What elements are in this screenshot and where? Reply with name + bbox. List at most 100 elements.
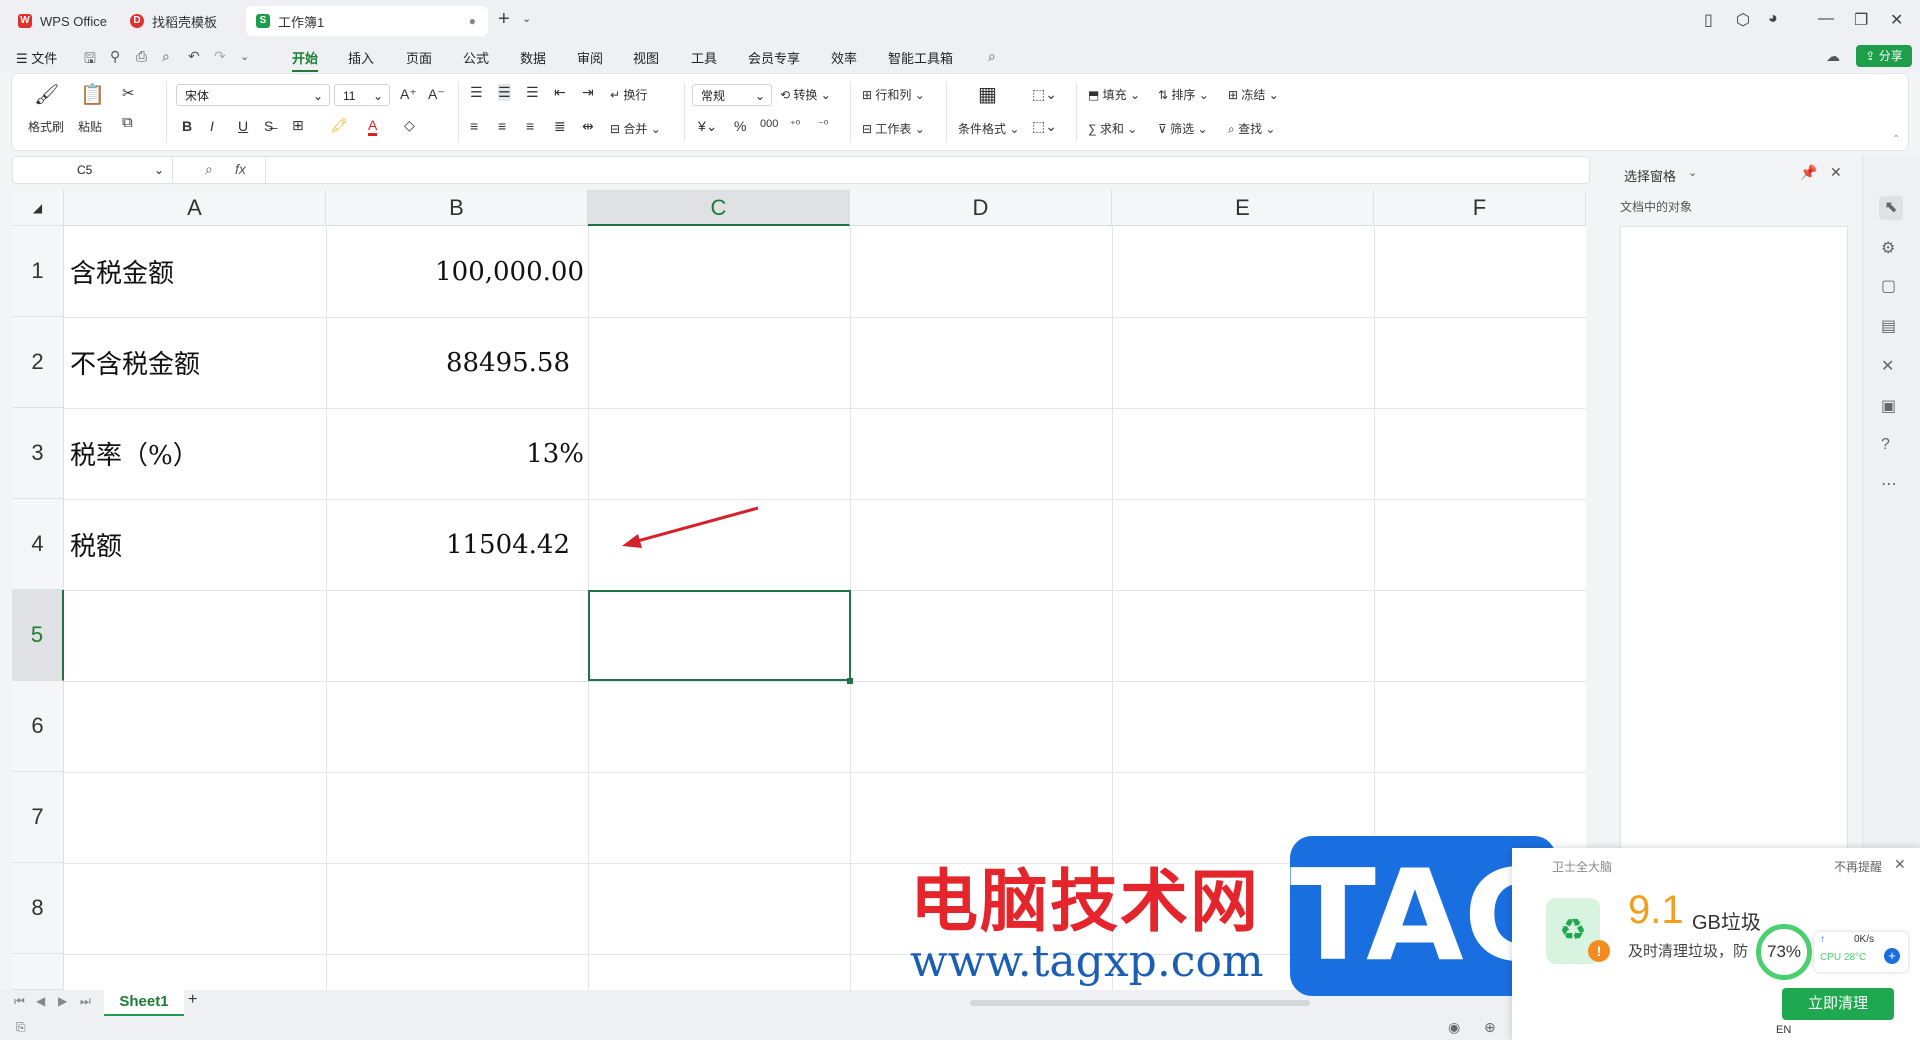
close-pane-icon[interactable]: ✕ xyxy=(1830,164,1842,181)
save-icon[interactable]: 🖫 xyxy=(84,48,96,72)
comment-icon[interactable]: ▢ xyxy=(1881,276,1896,296)
search-icon[interactable]: ⌕ xyxy=(988,48,996,65)
indent-decrease-icon[interactable]: ⇤ xyxy=(554,84,566,101)
cond-format-icon[interactable]: ▦ xyxy=(978,82,997,107)
menu-view[interactable]: 视图 xyxy=(633,48,659,67)
align-left-icon[interactable]: ≡ xyxy=(470,118,478,134)
clear-format-icon[interactable]: ◇ xyxy=(404,117,415,134)
menu-page[interactable]: 页面 xyxy=(406,48,432,67)
column-header-c[interactable]: C xyxy=(588,190,850,226)
chart-icon[interactable]: ▤ xyxy=(1881,316,1896,336)
currency-icon[interactable]: ¥⌄ xyxy=(698,118,718,135)
more-icon[interactable]: ⋯ xyxy=(1881,474,1897,494)
clean-now-button[interactable]: 立即清理 xyxy=(1782,988,1894,1020)
zoom-formula-icon[interactable]: ⌕ xyxy=(205,161,213,178)
menu-efficiency[interactable]: 效率 xyxy=(831,48,857,67)
prev-sheet-icon[interactable]: ◀ xyxy=(36,994,45,1008)
cloud-icon[interactable]: ☁ xyxy=(1826,48,1840,65)
cell-border-icon[interactable]: ⬚⌄ xyxy=(1032,118,1057,135)
add-sheet-button[interactable]: + xyxy=(188,991,197,1009)
link-icon[interactable]: ⚲ xyxy=(110,48,120,65)
menu-smart-toolbox[interactable]: 智能工具箱 xyxy=(888,48,953,67)
horizontal-scrollbar-thumb[interactable] xyxy=(970,1000,1310,1006)
tab-template[interactable]: D 找稻壳模板 xyxy=(120,6,242,36)
layout-icon[interactable]: ▯ xyxy=(1704,10,1713,30)
dismiss-link[interactable]: 不再提醒 xyxy=(1834,858,1882,875)
copy-icon[interactable]: ⧉ xyxy=(122,114,133,131)
chevron-down-icon[interactable]: ⌄ xyxy=(1688,166,1697,179)
freeze-button[interactable]: ⊞ 冻结 ⌄ xyxy=(1228,86,1279,103)
convert-button[interactable]: ⟲ 转换 ⌄ xyxy=(780,86,831,103)
cell-a4[interactable]: 税额 xyxy=(70,499,324,590)
paste-icon[interactable]: 📋 xyxy=(80,82,105,107)
tools-icon[interactable]: ✕ xyxy=(1881,356,1894,376)
preview-icon[interactable]: ⌕ xyxy=(162,48,170,65)
percent-icon[interactable]: % xyxy=(734,118,746,134)
close-popup-icon[interactable]: ✕ xyxy=(1894,856,1906,873)
menu-tools[interactable]: 工具 xyxy=(691,48,717,67)
menu-home[interactable]: 开始 xyxy=(292,48,319,72)
row-header-8[interactable]: 8 xyxy=(12,863,64,954)
last-sheet-icon[interactable]: ⏭ xyxy=(80,994,91,1009)
format-painter-icon[interactable]: 🖌 xyxy=(34,82,59,107)
eye-icon[interactable]: ◉ xyxy=(1448,1019,1460,1036)
cut-icon[interactable]: ✂ xyxy=(122,84,135,102)
row-header-9[interactable] xyxy=(12,954,64,990)
selected-cell-c5[interactable] xyxy=(588,590,851,681)
close-window-icon[interactable]: ✕ xyxy=(1890,10,1903,30)
column-header-a[interactable]: A xyxy=(64,190,326,226)
row-header-6[interactable]: 6 xyxy=(12,681,64,772)
cell-a3[interactable]: 税率（%） xyxy=(70,408,324,499)
cell-style-icon[interactable]: ⬚⌄ xyxy=(1032,86,1057,103)
increase-font-icon[interactable]: A⁺ xyxy=(400,86,417,103)
formula-input[interactable] xyxy=(265,157,1594,183)
row-col-button[interactable]: ⊞ 行和列 ⌄ xyxy=(862,86,925,103)
redo-icon[interactable]: ↷ xyxy=(214,48,226,65)
cell-b3[interactable]: 13% xyxy=(328,408,584,499)
pane-title[interactable]: 选择窗格 xyxy=(1624,166,1676,185)
cell-a1[interactable]: 含税金额 xyxy=(70,226,324,317)
cell-a2[interactable]: 不含税金额 xyxy=(70,317,324,408)
plus-icon[interactable]: + xyxy=(1884,948,1900,964)
underline-button[interactable]: U xyxy=(238,118,248,134)
filter-button[interactable]: ⊽ 筛选 ⌄ xyxy=(1158,120,1208,137)
column-header-b[interactable]: B xyxy=(326,190,588,226)
menu-review[interactable]: 审阅 xyxy=(577,48,603,67)
next-sheet-icon[interactable]: ▶ xyxy=(58,994,67,1008)
layout-mode-icon[interactable]: ⊕ xyxy=(1484,1019,1496,1036)
chevron-down-icon[interactable]: ⌄ xyxy=(522,12,531,25)
fill-handle[interactable] xyxy=(847,678,853,684)
avatar-icon[interactable]: ◕ xyxy=(1768,10,1778,28)
print-icon[interactable]: ⎙ xyxy=(136,48,147,65)
worksheet-button[interactable]: ⊟ 工作表 ⌄ xyxy=(862,120,925,137)
menu-formula[interactable]: 公式 xyxy=(463,48,489,67)
properties-icon[interactable]: ⚙ xyxy=(1881,238,1895,258)
fx-icon[interactable]: fx xyxy=(235,161,246,177)
menu-member[interactable]: 会员专享 xyxy=(748,48,800,67)
wrap-button[interactable]: ↵ 换行 xyxy=(610,86,647,103)
tab-workbook[interactable]: S 工作簿1 ● xyxy=(246,6,488,36)
select-all-corner[interactable]: ◢ xyxy=(12,190,64,226)
cube-icon[interactable]: ⬡ xyxy=(1736,10,1750,30)
find-button[interactable]: ⌕ 查找 ⌄ xyxy=(1228,120,1275,137)
align-right-icon[interactable]: ≡ xyxy=(526,118,534,134)
number-format-select[interactable]: 常规 ⌄ xyxy=(692,84,772,106)
qa-more-icon[interactable]: ⌄ xyxy=(240,50,249,63)
restore-icon[interactable]: ❐ xyxy=(1854,10,1868,30)
row-header-4[interactable]: 4 xyxy=(12,499,64,590)
merge-button[interactable]: ⊟ 合并 ⌄ xyxy=(610,120,661,137)
first-sheet-icon[interactable]: ⏮ xyxy=(14,994,25,1009)
cell-b2[interactable]: 88495.58 xyxy=(328,317,570,408)
row-header-5[interactable]: 5 xyxy=(12,590,64,681)
macro-icon[interactable]: ⎘ xyxy=(16,1020,26,1035)
row-header-1[interactable]: 1 xyxy=(12,226,64,317)
pin-icon[interactable]: 📌 xyxy=(1800,164,1817,181)
book-icon[interactable]: ▣ xyxy=(1881,396,1896,416)
tab-close-dot-icon[interactable]: ● xyxy=(469,14,476,28)
tab-wps-office[interactable]: W WPS Office xyxy=(8,6,116,36)
align-bottom-icon[interactable]: ☰ xyxy=(526,84,539,101)
fill-button[interactable]: ⬒ 填充 ⌄ xyxy=(1088,86,1140,103)
select-pointer-icon[interactable]: ⬉ xyxy=(1879,196,1903,220)
row-header-7[interactable]: 7 xyxy=(12,772,64,863)
font-color-icon[interactable]: A xyxy=(368,117,378,136)
